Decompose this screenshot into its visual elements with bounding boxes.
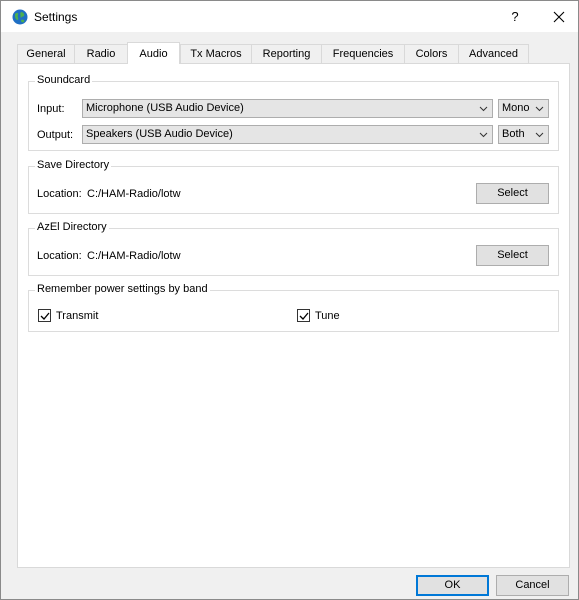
input-channel-select[interactable]: Mono <box>498 99 549 118</box>
save-directory-select-button[interactable]: Select <box>476 183 549 204</box>
input-label: Input: <box>37 103 65 115</box>
tab-advanced[interactable]: Advanced <box>458 44 529 63</box>
tab-colors[interactable]: Colors <box>404 44 459 63</box>
audio-tab-panel: Soundcard Input: Microphone (USB Audio D… <box>17 63 570 568</box>
transmit-checkbox[interactable] <box>38 309 51 322</box>
output-channel-value: Both <box>502 128 525 140</box>
output-device-select[interactable]: Speakers (USB Audio Device) <box>82 125 493 144</box>
tune-checkbox[interactable] <box>297 309 310 322</box>
cancel-button[interactable]: Cancel <box>496 575 569 596</box>
input-channel-value: Mono <box>502 102 530 114</box>
save-location-label: Location: <box>37 188 82 200</box>
tab-tx-macros[interactable]: Tx Macros <box>180 44 252 63</box>
tab-general[interactable]: General <box>17 44 75 63</box>
tab-audio[interactable]: Audio <box>127 42 180 64</box>
window-title: Settings <box>34 10 78 24</box>
azel-directory-group: AzEl Directory Location: C:/HAM-Radio/lo… <box>28 221 559 276</box>
transmit-label: Transmit <box>56 310 99 322</box>
chevron-down-icon <box>535 106 544 112</box>
tab-radio[interactable]: Radio <box>74 44 128 63</box>
chevron-down-icon <box>479 132 488 138</box>
ok-button[interactable]: OK <box>416 575 489 596</box>
help-button[interactable]: ? <box>500 5 530 29</box>
tab-reporting[interactable]: Reporting <box>251 44 322 63</box>
azel-location-path: C:/HAM-Radio/lotw <box>87 250 181 262</box>
close-button[interactable] <box>544 5 574 29</box>
soundcard-group: Soundcard Input: Microphone (USB Audio D… <box>28 74 559 151</box>
tab-frequencies[interactable]: Frequencies <box>321 44 405 63</box>
save-directory-group: Save Directory Location: C:/HAM-Radio/lo… <box>28 159 559 214</box>
title-bar: Settings ? <box>1 1 578 32</box>
power-settings-title: Remember power settings by band <box>35 283 210 295</box>
input-device-value: Microphone (USB Audio Device) <box>86 102 244 114</box>
azel-location-label: Location: <box>37 250 82 262</box>
checkmark-icon <box>40 312 50 320</box>
settings-window: Settings ? General Radio Audio Tx Macros… <box>0 0 579 600</box>
chevron-down-icon <box>535 132 544 138</box>
globe-icon <box>12 9 28 25</box>
checkmark-icon <box>299 312 309 320</box>
azel-directory-title: AzEl Directory <box>35 221 109 233</box>
power-settings-group: Remember power settings by band Transmit… <box>28 283 559 332</box>
azel-directory-select-button[interactable]: Select <box>476 245 549 266</box>
soundcard-title: Soundcard <box>35 74 93 86</box>
input-device-select[interactable]: Microphone (USB Audio Device) <box>82 99 493 118</box>
output-label: Output: <box>37 129 74 141</box>
chevron-down-icon <box>479 106 488 112</box>
save-directory-title: Save Directory <box>35 159 112 171</box>
close-icon <box>553 11 565 23</box>
save-location-path: C:/HAM-Radio/lotw <box>87 188 181 200</box>
output-device-value: Speakers (USB Audio Device) <box>86 128 233 140</box>
output-channel-select[interactable]: Both <box>498 125 549 144</box>
tune-label: Tune <box>315 310 340 322</box>
